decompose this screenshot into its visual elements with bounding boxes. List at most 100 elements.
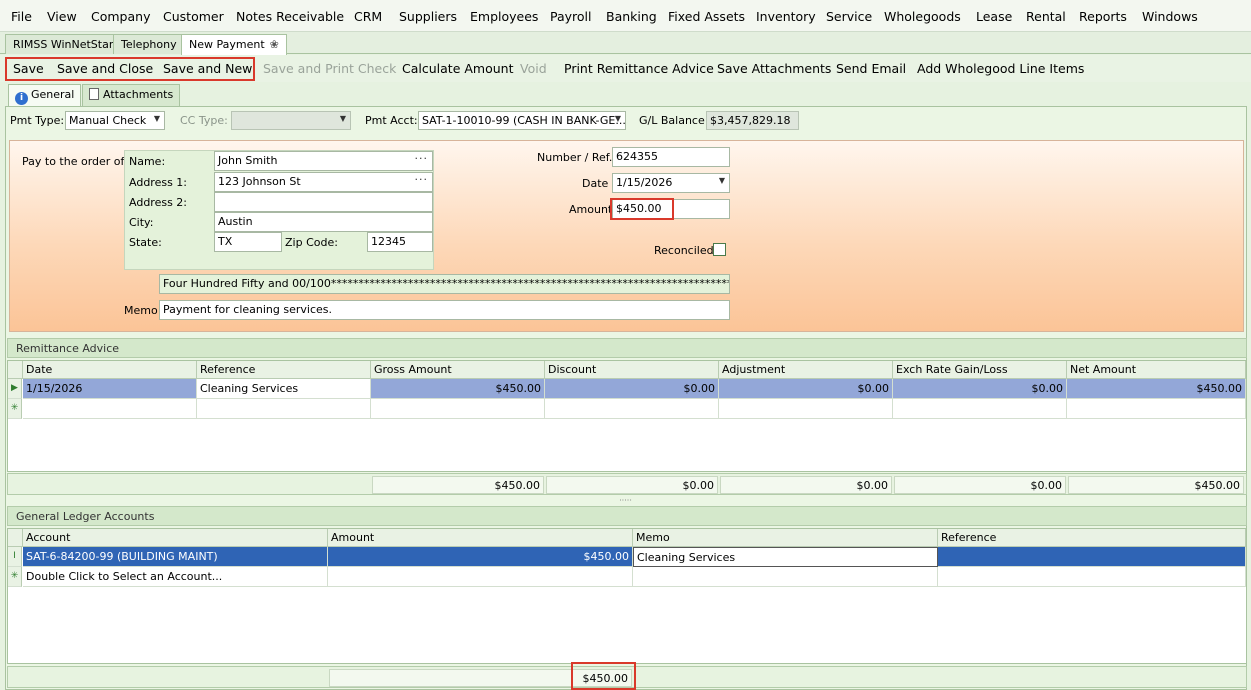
tab-rimss-winnetstar[interactable]: RIMSS WinNetStar bbox=[5, 34, 122, 54]
cell-adjustment[interactable]: $0.00 bbox=[719, 379, 893, 399]
tab-telephony[interactable]: Telephony bbox=[113, 34, 185, 54]
calculate-amount-button[interactable]: Calculate Amount bbox=[402, 61, 513, 76]
new-account-hint[interactable]: Double Click to Select an Account... bbox=[23, 567, 328, 587]
address2-field[interactable] bbox=[214, 192, 433, 212]
pmt-type-select[interactable]: Manual Check ▼ bbox=[65, 111, 165, 130]
new-row-cell[interactable] bbox=[545, 399, 719, 419]
cell-exch-rate[interactable]: $0.00 bbox=[893, 379, 1067, 399]
cell-account[interactable]: SAT-6-84200-99 (BUILDING MAINT) bbox=[23, 547, 328, 567]
gl-balance-label: G/L Balance: bbox=[639, 114, 709, 127]
menu-bar: File View Company Customer Notes Receiva… bbox=[0, 0, 1251, 32]
date-value: 1/15/2026 bbox=[616, 176, 673, 189]
cell-reference[interactable]: Cleaning Services bbox=[197, 379, 371, 399]
menu-service[interactable]: Service bbox=[826, 9, 872, 24]
col-amount[interactable]: Amount bbox=[328, 529, 633, 547]
chevron-down-icon[interactable]: ▼ bbox=[719, 176, 725, 185]
cell-gross-amount[interactable]: $450.00 bbox=[371, 379, 545, 399]
new-row-asterisk-icon: ✳ bbox=[8, 399, 22, 419]
address1-label: Address 1: bbox=[129, 176, 188, 189]
splitter-handle[interactable]: ····· bbox=[0, 497, 1251, 505]
send-email-button[interactable]: Send Email bbox=[836, 61, 906, 76]
menu-fixed-assets[interactable]: Fixed Assets bbox=[668, 9, 745, 24]
menu-banking[interactable]: Banking bbox=[606, 9, 657, 24]
highlight-gl-total bbox=[571, 662, 636, 690]
col-memo[interactable]: Memo bbox=[633, 529, 938, 547]
reconciled-checkbox[interactable] bbox=[713, 243, 726, 256]
reconciled-label: Reconciled bbox=[654, 244, 714, 257]
new-row-cell[interactable] bbox=[328, 567, 633, 587]
menu-lease[interactable]: Lease bbox=[976, 9, 1012, 24]
date-field[interactable]: 1/15/2026 ▼ bbox=[612, 173, 730, 193]
zip-code-field[interactable]: 12345 bbox=[367, 232, 433, 252]
memo-field[interactable]: Payment for cleaning services. bbox=[159, 300, 730, 320]
pay-to-order-label: Pay to the order of: bbox=[22, 155, 128, 168]
menu-crm[interactable]: CRM bbox=[354, 9, 382, 24]
cell-net-amount[interactable]: $450.00 bbox=[1067, 379, 1246, 399]
print-remittance-advice-button[interactable]: Print Remittance Advice bbox=[564, 61, 714, 76]
menu-payroll[interactable]: Payroll bbox=[550, 9, 592, 24]
total-adjustment: $0.00 bbox=[720, 476, 892, 494]
ellipsis-icon[interactable]: ··· bbox=[415, 152, 429, 165]
menu-file[interactable]: File bbox=[11, 9, 32, 24]
menu-notes-receivable[interactable]: Notes Receivable bbox=[236, 9, 344, 24]
new-row-cell[interactable] bbox=[23, 399, 197, 419]
document-icon bbox=[89, 88, 99, 100]
new-row-cell[interactable] bbox=[938, 567, 1246, 587]
menu-view[interactable]: View bbox=[47, 9, 77, 24]
menu-company[interactable]: Company bbox=[91, 9, 150, 24]
menu-wholegoods[interactable]: Wholegoods bbox=[884, 9, 961, 24]
tab-attachments[interactable]: Attachments bbox=[82, 84, 181, 106]
tab-label: Telephony bbox=[121, 38, 177, 51]
tab-general[interactable]: i General bbox=[8, 84, 82, 106]
cell-memo[interactable]: Cleaning Services bbox=[633, 547, 938, 567]
cell-amount[interactable]: $450.00 bbox=[328, 547, 633, 567]
menu-reports[interactable]: Reports bbox=[1079, 9, 1127, 24]
cell-date[interactable]: 1/15/2026 bbox=[23, 379, 197, 399]
col-exch-rate[interactable]: Exch Rate Gain/Loss bbox=[893, 361, 1067, 379]
number-ref-field[interactable]: 624355 bbox=[612, 147, 730, 167]
clover-close-icon[interactable]: ❀ bbox=[270, 38, 279, 51]
new-row-cell[interactable] bbox=[719, 399, 893, 419]
col-date[interactable]: Date bbox=[23, 361, 197, 379]
col-reference[interactable]: Reference bbox=[938, 529, 1246, 547]
col-gross-amount[interactable]: Gross Amount bbox=[371, 361, 545, 379]
pmt-acct-select[interactable]: SAT-1-10010-99 (CASH IN BANK-GE... ▼ bbox=[418, 111, 626, 130]
menu-employees[interactable]: Employees bbox=[470, 9, 538, 24]
new-row-cell[interactable] bbox=[633, 567, 938, 587]
ellipsis-icon[interactable]: ··· bbox=[415, 173, 429, 186]
tab-label: RIMSS WinNetStar bbox=[13, 38, 114, 51]
city-field[interactable]: Austin bbox=[214, 212, 433, 232]
void-button[interactable]: Void bbox=[520, 61, 547, 76]
cc-type-select[interactable]: ▼ bbox=[231, 111, 351, 130]
cell-discount[interactable]: $0.00 bbox=[545, 379, 719, 399]
add-wholegood-line-items-button[interactable]: Add Wholegood Line Items bbox=[917, 61, 1084, 76]
address1-field[interactable]: 123 Johnson St ··· bbox=[214, 172, 433, 192]
new-row-cell[interactable] bbox=[1067, 399, 1246, 419]
cell-reference[interactable] bbox=[938, 547, 1246, 567]
name-field[interactable]: John Smith ··· bbox=[214, 151, 433, 171]
col-adjustment[interactable]: Adjustment bbox=[719, 361, 893, 379]
total-discount: $0.00 bbox=[546, 476, 718, 494]
new-row-cell[interactable] bbox=[893, 399, 1067, 419]
tab-new-payment[interactable]: New Payment ❀ bbox=[181, 34, 287, 55]
amount-label: Amount bbox=[569, 203, 613, 216]
col-discount[interactable]: Discount bbox=[545, 361, 719, 379]
state-field[interactable]: TX bbox=[214, 232, 282, 252]
menu-inventory[interactable]: Inventory bbox=[756, 9, 816, 24]
menu-windows[interactable]: Windows bbox=[1142, 9, 1198, 24]
col-account[interactable]: Account bbox=[23, 529, 328, 547]
col-net-amount[interactable]: Net Amount bbox=[1067, 361, 1246, 379]
new-row-cell[interactable] bbox=[197, 399, 371, 419]
new-row-cell[interactable] bbox=[371, 399, 545, 419]
menu-suppliers[interactable]: Suppliers bbox=[399, 9, 457, 24]
chevron-down-icon: ▼ bbox=[614, 114, 621, 123]
address1-value: 123 Johnson St bbox=[218, 175, 301, 188]
tab-label: General bbox=[31, 88, 75, 101]
save-attachments-button[interactable]: Save Attachments bbox=[717, 61, 831, 76]
menu-rental[interactable]: Rental bbox=[1026, 9, 1066, 24]
save-and-print-check-button[interactable]: Save and Print Check bbox=[263, 61, 396, 76]
highlight-save-buttons bbox=[5, 57, 255, 81]
menu-customer[interactable]: Customer bbox=[163, 9, 224, 24]
col-reference[interactable]: Reference bbox=[197, 361, 371, 379]
remittance-totals-row: $450.00 $0.00 $0.00 $0.00 $450.00 bbox=[7, 473, 1247, 495]
